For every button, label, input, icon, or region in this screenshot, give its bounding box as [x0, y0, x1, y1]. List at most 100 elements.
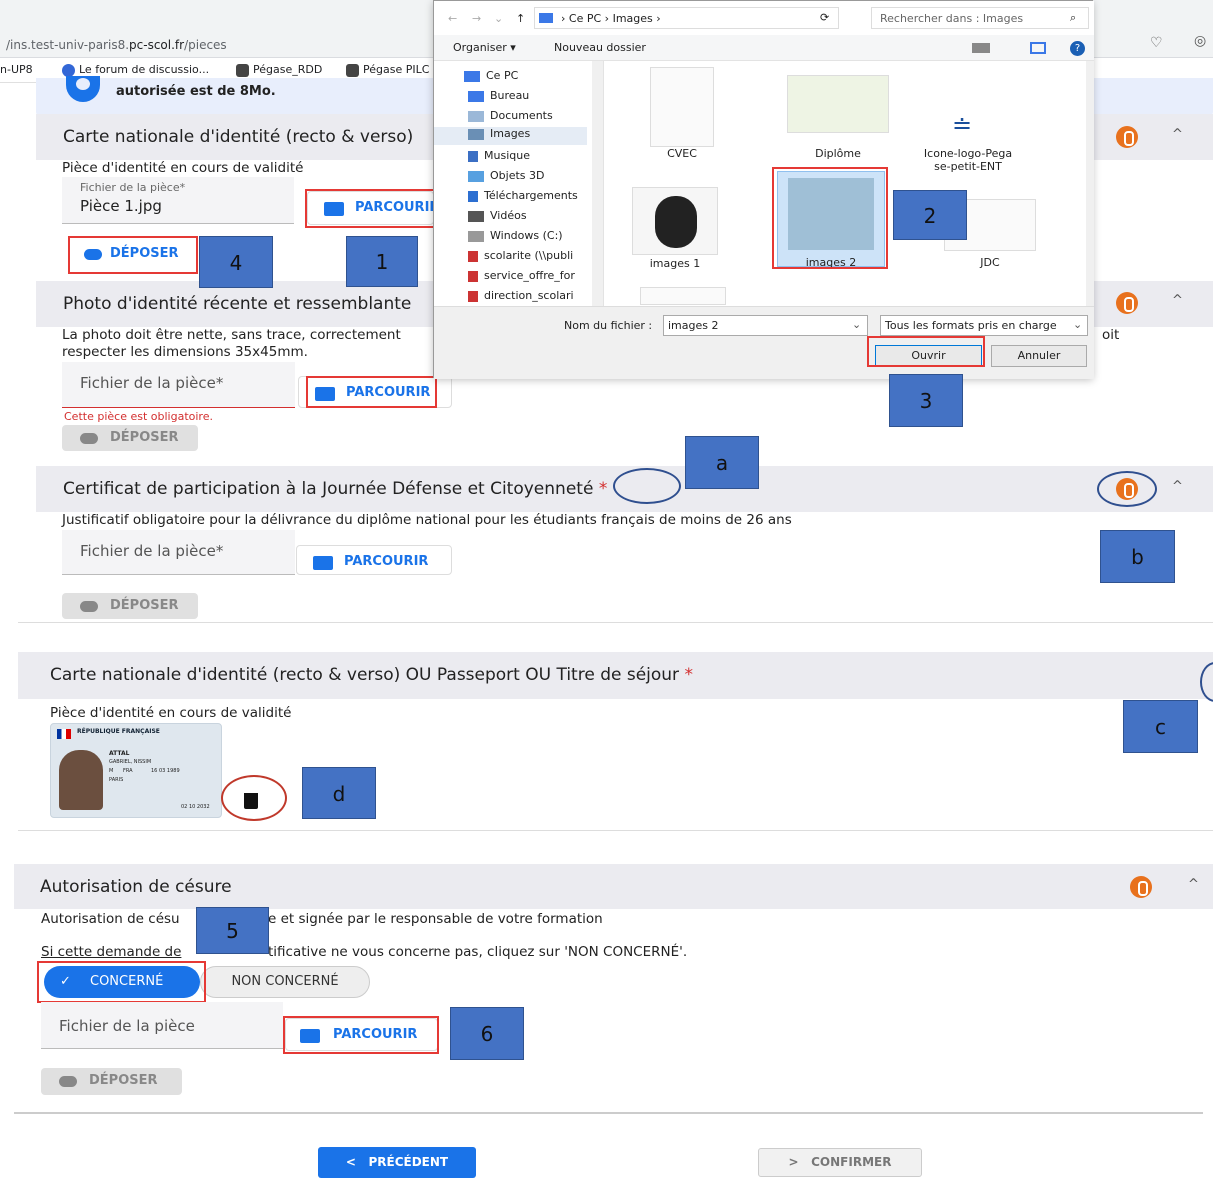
chevron-up-icon[interactable]: ^ [1172, 293, 1183, 308]
section-header-cni-uploaded[interactable]: Carte nationale d'identité (recto & vers… [18, 652, 1213, 699]
file-thumb-partial[interactable] [640, 287, 726, 305]
up-arrow-icon[interactable]: ↑ [516, 12, 525, 25]
nav-item[interactable]: Vidéos [468, 209, 527, 227]
section-desc: La photo doit être nette, sans trace, co… [62, 327, 401, 343]
id-card-thumbnail[interactable]: RÉPUBLIQUE FRANÇAISE ATTAL GABRIEL, NISS… [50, 723, 222, 818]
section-header-cesure[interactable]: Autorisation de césure ^ [14, 864, 1213, 909]
chevron-up-icon[interactable]: ^ [1172, 127, 1183, 142]
view-icon[interactable] [972, 43, 990, 53]
nav-item[interactable]: Windows (C:) [468, 229, 563, 247]
bookmark-item[interactable]: n-UP8 [0, 63, 33, 76]
preview-pane-icon[interactable] [1030, 42, 1046, 54]
depose-button-cesure[interactable]: DÉPOSER [41, 1068, 182, 1095]
chevron-up-icon[interactable]: ^ [1172, 479, 1183, 494]
files-scrollbar[interactable] [1086, 61, 1094, 306]
card-header: RÉPUBLIQUE FRANÇAISE [77, 728, 160, 735]
chevron-down-icon[interactable]: ⌄ [852, 318, 861, 331]
annotation-ellipse [1097, 471, 1157, 507]
forward-arrow-icon[interactable]: → [472, 12, 481, 25]
error-message: Cette pièce est obligatoire. [64, 410, 213, 423]
nav-item[interactable]: service_offre_for [468, 269, 575, 287]
highlight-box [68, 236, 198, 274]
file-label: images 1 [649, 257, 701, 270]
nav-item[interactable]: direction_scolari [468, 289, 574, 306]
chevron-up-icon[interactable]: ^ [1188, 877, 1199, 892]
nav-scrollbar[interactable] [592, 61, 603, 306]
help-icon[interactable]: ? [1070, 41, 1085, 56]
file-field-cni[interactable]: Fichier de la pièce* Pièce 1.jpg [62, 177, 294, 224]
marker-a: a [685, 436, 759, 489]
annotation-ellipse [221, 775, 287, 821]
filetype-value: Tous les formats pris en charge [885, 319, 1057, 332]
bookmark-item[interactable]: Pégase_RDD [236, 63, 322, 77]
marker-d: d [302, 767, 376, 819]
attachment-icon[interactable] [1130, 876, 1152, 898]
search-icon: ⌕ [1070, 11, 1077, 24]
address-bar[interactable]: /ins.test-univ-paris8.pc-scol.fr/pieces [6, 38, 227, 52]
marker-1: 1 [346, 236, 418, 287]
nav-item[interactable]: Objets 3D [468, 169, 544, 187]
nav-item[interactable]: Ce PC [464, 69, 518, 87]
section-title: Autorisation de césure [40, 877, 232, 897]
nav-item[interactable]: Bureau [468, 89, 529, 107]
section-title: Carte nationale d'identité (recto & vers… [50, 665, 693, 685]
folder-icon [313, 556, 333, 570]
file-thumb-cvec[interactable] [650, 67, 714, 147]
file-label: CVEC [667, 147, 697, 160]
extension-icon[interactable]: ◎ [1194, 33, 1206, 49]
annotation-ellipse [613, 468, 681, 504]
filename-input[interactable]: images 2 ⌄ [663, 315, 868, 336]
browse-button-jdc[interactable]: PARCOURIR [296, 545, 452, 575]
file-thumb-images1[interactable] [632, 187, 718, 255]
marker-6: 6 [450, 1007, 524, 1060]
file-label: JDC [980, 256, 1000, 269]
refresh-icon[interactable]: ⟳ [820, 11, 829, 24]
divider [14, 1112, 1203, 1114]
confirmer-button[interactable]: > CONFIRMER [758, 1148, 922, 1177]
new-folder-button[interactable]: Nouveau dossier [554, 41, 646, 54]
attachment-icon[interactable] [1116, 292, 1138, 314]
nav-item-selected[interactable]: Images [434, 127, 587, 145]
chevron-down-icon[interactable]: ⌄ [494, 12, 503, 25]
file-field-jdc[interactable]: Fichier de la pièce* [62, 530, 295, 575]
organiser-menu[interactable]: Organiser ▾ [453, 41, 516, 54]
depose-button-photo[interactable]: DÉPOSER [62, 425, 198, 451]
nav-item[interactable]: Documents [468, 109, 553, 127]
nav-item[interactable]: scolarite (\\publi [468, 249, 573, 267]
highlight-box [283, 1016, 439, 1054]
card-given: GABRIEL, NISSIM [109, 759, 152, 765]
info-icon [66, 76, 100, 102]
precedent-button[interactable]: < PRÉCÉDENT [318, 1147, 476, 1178]
field-label: Fichier de la pièce* [80, 542, 224, 560]
bookmark-item[interactable]: Le forum de discussio... [62, 63, 209, 77]
filetype-select[interactable]: Tous les formats pris en charge ⌄ [880, 315, 1088, 336]
chevron-down-icon[interactable]: ⌄ [1073, 318, 1082, 331]
section-title: Photo d'identité récente et ressemblante [63, 294, 412, 314]
cancel-button[interactable]: Annuler [991, 345, 1087, 367]
path-box[interactable]: › Ce PC › Images › ⟳ [534, 7, 839, 29]
section-title: Carte nationale d'identité (recto & vers… [63, 127, 414, 147]
file-field-cesure[interactable]: Fichier de la pièce [41, 1002, 283, 1049]
upload-cloud-icon [59, 1076, 77, 1087]
file-field-photo[interactable]: Fichier de la pièce* [62, 362, 295, 408]
card-nat: FRA [123, 768, 133, 774]
upload-cloud-icon [80, 433, 98, 444]
bookmark-item[interactable]: Pégase PILC [346, 63, 429, 77]
dialog-search[interactable]: Rechercher dans : Images ⌕ [871, 7, 1089, 29]
back-arrow-icon[interactable]: ← [448, 12, 457, 25]
attachment-icon[interactable] [1116, 126, 1138, 148]
field-value: Pièce 1.jpg [80, 197, 162, 215]
nav-item[interactable]: Musique [468, 149, 530, 167]
file-thumb-diplome[interactable] [787, 75, 889, 133]
file-open-dialog: ← → ⌄ ↑ › Ce PC › Images › ⟳ Rechercher … [433, 0, 1094, 379]
pocket-icon[interactable]: ♡ [1150, 35, 1163, 51]
card-birth: 16 03 1989 [151, 768, 180, 774]
card-place: PARIS [109, 777, 124, 783]
card-sex: M [109, 768, 114, 774]
marker-4: 4 [199, 236, 273, 288]
file-label: Icone-logo-Pega se-petit-ENT [923, 147, 1013, 173]
depose-button-jdc[interactable]: DÉPOSER [62, 593, 198, 619]
non-concerne-button[interactable]: NON CONCERNÉ [200, 966, 370, 998]
nav-item[interactable]: Téléchargements [468, 189, 578, 207]
card-expiry: 02 10 2032 [181, 804, 210, 810]
